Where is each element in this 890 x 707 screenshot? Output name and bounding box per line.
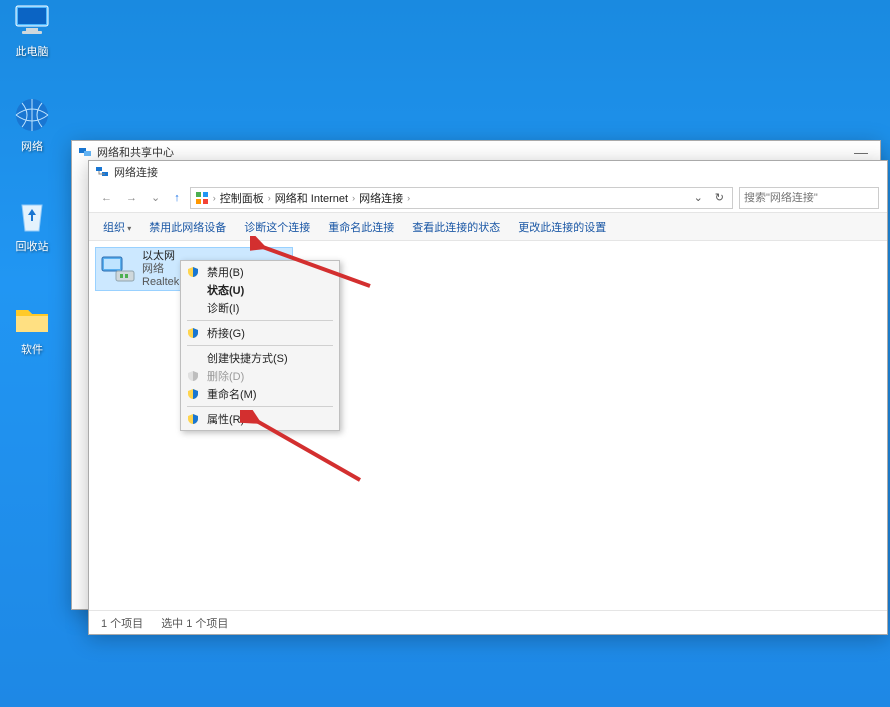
toolbar-change-settings[interactable]: 更改此连接的设置	[518, 219, 606, 235]
ctx-diagnose[interactable]: 诊断(I)	[181, 299, 339, 317]
desktop-icon-label: 网络	[0, 138, 64, 154]
desktop-icon-recycle[interactable]: 回收站	[0, 195, 64, 254]
chevron-right-icon: ›	[407, 193, 410, 203]
breadcrumb-segment[interactable]: 网络和 Internet	[275, 190, 348, 206]
ctx-properties[interactable]: 属性(R)	[181, 410, 339, 428]
status-item-count: 1 个项目	[101, 615, 143, 631]
ctx-rename[interactable]: 重命名(M)	[181, 385, 339, 403]
adapter-network: 网络	[142, 263, 179, 276]
window-title: 网络连接	[114, 164, 158, 180]
ctx-label: 重命名(M)	[207, 386, 257, 402]
breadcrumb[interactable]: › 控制面板 › 网络和 Internet › 网络连接 › ⌄ ↻	[190, 187, 733, 209]
window-title: 网络和共享中心	[97, 144, 174, 160]
breadcrumb-segment[interactable]: 网络连接	[359, 190, 403, 206]
folder-icon	[12, 298, 52, 338]
ctx-label: 创建快捷方式(S)	[207, 350, 288, 366]
chevron-right-icon: ›	[352, 193, 355, 203]
toolbar: 组织 禁用此网络设备 诊断这个连接 重命名此连接 查看此连接的状态 更改此连接的…	[89, 213, 887, 241]
globe-icon	[12, 95, 52, 135]
minimize-button[interactable]: —	[848, 144, 874, 160]
refresh-button[interactable]: ↻	[711, 191, 728, 204]
chevron-right-icon: ›	[213, 193, 216, 203]
menu-separator	[187, 345, 333, 346]
network-center-icon	[78, 145, 92, 159]
recycle-bin-icon	[12, 195, 52, 235]
ctx-status[interactable]: 状态(U)	[181, 281, 339, 299]
ctx-label: 状态(U)	[207, 282, 244, 298]
desktop-icon-label: 回收站	[0, 238, 64, 254]
ctx-label: 属性(R)	[207, 411, 244, 427]
shield-icon	[187, 370, 199, 382]
titlebar[interactable]: 网络连接	[89, 161, 887, 183]
ctx-bridge[interactable]: 桥接(G)	[181, 324, 339, 342]
shield-icon	[187, 266, 199, 278]
search-box[interactable]: 🔍	[739, 187, 879, 209]
menu-separator	[187, 320, 333, 321]
ethernet-adapter-icon	[100, 251, 136, 287]
shield-icon	[187, 388, 199, 400]
network-connections-icon	[95, 165, 109, 179]
computer-icon	[12, 0, 52, 40]
ctx-label: 诊断(I)	[207, 300, 239, 316]
desktop-icon-label: 软件	[0, 341, 64, 357]
adapter-device: Realtek	[142, 276, 179, 289]
toolbar-disable-device[interactable]: 禁用此网络设备	[149, 219, 226, 235]
ctx-label: 禁用(B)	[207, 264, 244, 280]
toolbar-rename[interactable]: 重命名此连接	[328, 219, 394, 235]
shield-icon	[187, 413, 199, 425]
desktop-icon-computer[interactable]: 此电脑	[0, 0, 64, 59]
ctx-disable[interactable]: 禁用(B)	[181, 263, 339, 281]
desktop-icon-software[interactable]: 软件	[0, 298, 64, 357]
status-selected-count: 选中 1 个项目	[161, 615, 228, 631]
forward-button[interactable]: →	[122, 192, 141, 204]
adapter-text: 以太网 网络 Realtek	[142, 250, 179, 289]
adapter-name: 以太网	[142, 250, 179, 263]
status-bar: 1 个项目 选中 1 个项目	[89, 610, 887, 634]
ctx-label: 桥接(G)	[207, 325, 245, 341]
shield-icon	[187, 327, 199, 339]
menu-separator	[187, 406, 333, 407]
desktop-icon-label: 此电脑	[0, 43, 64, 59]
control-panel-icon	[195, 191, 209, 205]
back-button[interactable]: ←	[97, 192, 116, 204]
ctx-delete: 删除(D)	[181, 367, 339, 385]
search-input[interactable]	[744, 192, 886, 204]
recent-locations-button[interactable]: ⌄	[147, 191, 164, 204]
breadcrumb-segment[interactable]: 控制面板	[220, 190, 264, 206]
address-bar-row: ← → ⌄ ↑ › 控制面板 › 网络和 Internet › 网络连接 › ⌄…	[89, 183, 887, 213]
context-menu: 禁用(B) 状态(U) 诊断(I) 桥接(G) 创建快捷方式(S) 删除(D) …	[180, 260, 340, 431]
dropdown-button[interactable]: ⌄	[690, 191, 707, 204]
toolbar-diagnose[interactable]: 诊断这个连接	[244, 219, 310, 235]
ctx-create-shortcut[interactable]: 创建快捷方式(S)	[181, 349, 339, 367]
ctx-label: 删除(D)	[207, 368, 244, 384]
desktop-icon-network[interactable]: 网络	[0, 95, 64, 154]
chevron-right-icon: ›	[268, 193, 271, 203]
up-button[interactable]: ↑	[170, 192, 184, 204]
toolbar-organize[interactable]: 组织	[103, 219, 131, 235]
toolbar-view-status[interactable]: 查看此连接的状态	[412, 219, 500, 235]
